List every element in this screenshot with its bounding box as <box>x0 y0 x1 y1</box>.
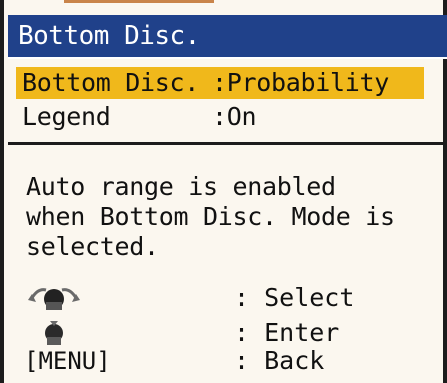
help-row-back: [MENU] : Back <box>24 346 325 376</box>
description-line: Auto range is enabled <box>26 172 336 201</box>
menu-item-value: :On <box>212 102 257 131</box>
description-line: selected. <box>26 232 159 261</box>
description-line: when Bottom Disc. Mode is <box>26 202 395 231</box>
menu-item-bottom-disc[interactable]: Bottom Disc. :Probability <box>16 67 424 99</box>
top-accent-bar <box>64 0 214 3</box>
help-text-select: : Select <box>234 283 355 312</box>
help-row-enter: : Enter <box>24 318 340 347</box>
menu-key-label: [MENU] <box>24 347 111 375</box>
menu-item-label: Bottom Disc. <box>22 68 200 97</box>
description-text: Auto range is enabled when Bottom Disc. … <box>26 172 436 262</box>
rotary-knob-rotate-icon <box>28 288 80 310</box>
help-text-back: : Back <box>234 346 325 375</box>
menu-item-legend[interactable]: Legend :On <box>22 101 257 133</box>
title-separator <box>8 57 447 59</box>
help-row-select: : Select <box>24 283 355 312</box>
menu-item-label: Legend <box>22 102 111 131</box>
window-title: Bottom Disc. <box>8 15 447 57</box>
help-text-enter: : Enter <box>234 318 340 347</box>
rotary-knob-push-icon <box>45 321 63 345</box>
menu-window: Bottom Disc. Bottom Disc. :Probability Le… <box>0 0 447 383</box>
section-divider <box>8 142 447 145</box>
menu-item-value: :Probability <box>212 68 390 97</box>
